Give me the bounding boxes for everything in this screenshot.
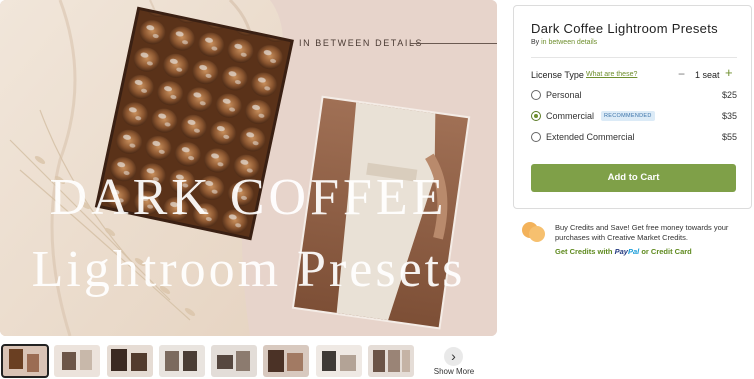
license-option-commercial[interactable]: Commercial RECOMMENDED $35 [531,110,737,124]
seat-increment-button[interactable]: + [725,65,733,80]
purchase-card: Dark Coffee Lightroom Presets By in betw… [513,5,752,209]
product-title: Dark Coffee Lightroom Presets [531,21,718,36]
brand-watermark: IN BETWEEN DETAILS [299,38,424,48]
paypal-logo-pal: Pal [627,247,640,256]
license-help-link[interactable]: What are these? [586,71,637,78]
license-option-name: Personal [546,90,582,100]
license-option-price: $55 [721,132,737,142]
seat-count: 1 seat [695,70,720,80]
radio-button[interactable] [531,132,541,142]
show-more-link[interactable]: Show More [426,367,482,376]
seat-decrement-button[interactable]: − [678,67,685,81]
thumbnail-6[interactable] [263,345,309,377]
license-option-name: Commercial [546,111,595,121]
license-option-extended-commercial[interactable]: Extended Commercial $55 [531,131,737,145]
hero-title-line1: DARK COFFEE [49,169,448,226]
byline-prefix: By [531,39,540,46]
get-credits-link[interactable]: Get Credits with PayPal or Credit Card [555,247,692,256]
divider [531,57,737,58]
license-option-personal[interactable]: Personal $25 [531,89,737,103]
thumbnail-2[interactable] [54,345,100,377]
hero-title-line2: Lightroom Presets [31,241,466,298]
thumbnail-7[interactable] [316,345,362,377]
thumbnail-5[interactable] [211,345,257,377]
thumbnail-3[interactable] [107,345,153,377]
product-hero-image[interactable]: IN BETWEEN DETAILS DARK COFFEE Lightroom… [0,0,497,336]
license-option-price: $25 [721,90,737,100]
get-credits-prefix: Get Credits with [555,247,613,256]
brand-rule [410,43,497,44]
license-type-label: License Type [531,70,584,80]
recommended-badge: RECOMMENDED [601,111,655,121]
thumbnail-8[interactable] [368,345,414,377]
radio-button-selected[interactable] [531,111,541,121]
chevron-right-icon[interactable]: › [444,347,463,366]
coin-icon [529,226,545,242]
license-option-name: Extended Commercial [546,132,635,142]
thumbnail-4[interactable] [159,345,205,377]
product-byline: By in between details [531,39,597,46]
radio-button[interactable] [531,90,541,100]
thumbnail-1[interactable] [1,344,49,378]
paypal-logo-pay: Pay [614,247,628,256]
paypal-logo: PayPal [615,247,640,256]
shop-link[interactable]: in between details [541,39,597,46]
credits-promo-text: Buy Credits and Save! Get free money tow… [555,223,729,242]
add-to-cart-button[interactable]: Add to Cart [531,164,736,192]
get-credits-suffix: or Credit Card [641,247,692,256]
license-option-price: $35 [721,111,737,121]
